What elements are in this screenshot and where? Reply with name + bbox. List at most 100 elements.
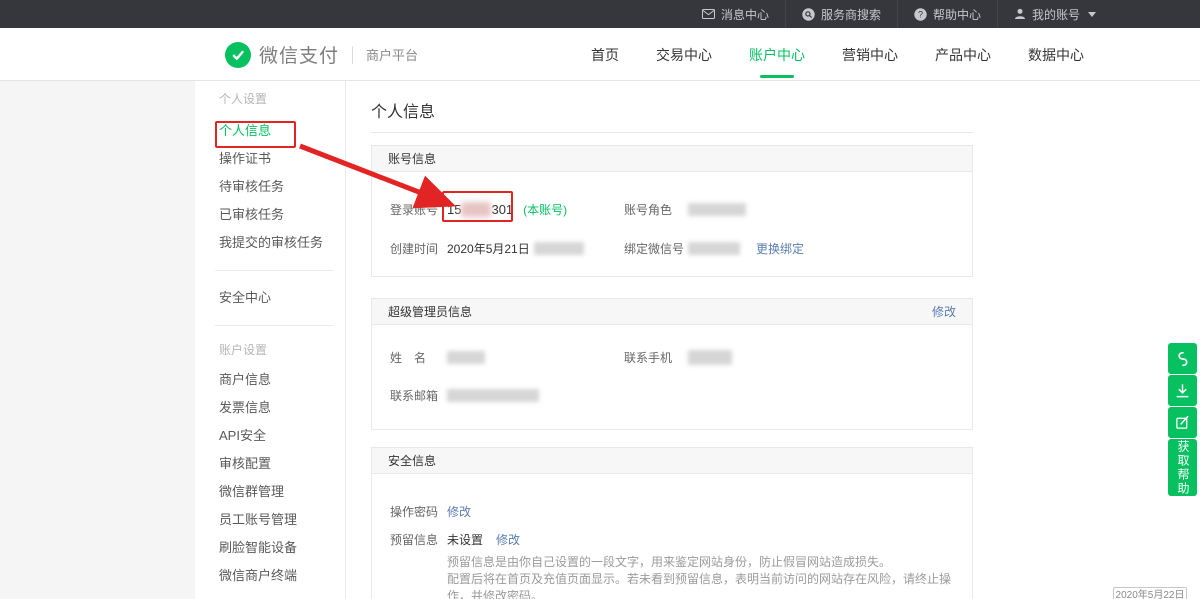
main-nav: 首页 交易中心 账户中心 营销中心 产品中心 数据中心 xyxy=(591,28,1084,81)
nav-tab-marketing-center[interactable]: 营销中心 xyxy=(842,45,898,65)
topbar-item-service-provider-search[interactable]: 服务商搜索 xyxy=(785,0,897,28)
account-row-1: 登录账号 15 301 (本账号) 账号角色 xyxy=(390,201,956,218)
super-admin-card-header: 超级管理员信息 修改 xyxy=(372,299,972,325)
security-info-card: 安全信息 操作密码 修改 预留信息 未设置 修改 预留信息是由你自己设置的一段文… xyxy=(371,447,973,599)
title-divider xyxy=(371,132,973,133)
svg-text:?: ? xyxy=(918,9,923,19)
topbar-item-help-center[interactable]: ? 帮助中心 xyxy=(897,0,997,28)
created-time-label: 创建时间 xyxy=(390,240,447,257)
edit-password-link[interactable]: 修改 xyxy=(447,503,471,520)
sidebar-section-account-settings: 账户设置 xyxy=(195,340,345,360)
sidebar-item-pending-review-tasks[interactable]: 待审核任务 xyxy=(195,173,345,201)
sidebar-divider xyxy=(215,325,333,326)
link-icon xyxy=(1175,349,1190,369)
sidebar-item-reviewed-tasks[interactable]: 已审核任务 xyxy=(195,201,345,229)
current-account-tag: (本账号) xyxy=(523,201,567,218)
reserved-info-label: 预留信息 xyxy=(390,531,447,548)
sidebar-item-api-security[interactable]: API安全 xyxy=(195,422,345,450)
login-account-prefix: 15 xyxy=(447,202,461,217)
sidebar-item-staff-account-management[interactable]: 员工账号管理 xyxy=(195,506,345,534)
nav-tab-product-center[interactable]: 产品中心 xyxy=(935,45,991,65)
edit-icon xyxy=(1175,415,1190,430)
super-admin-card: 超级管理员信息 修改 姓 名 联系手机 联系邮箱 xyxy=(371,298,973,430)
get-help-button[interactable]: 获取帮助 xyxy=(1168,439,1197,496)
chevron-down-icon xyxy=(1088,12,1096,17)
login-account-value: 15 301 (本账号) xyxy=(447,201,567,218)
edit-admin-link[interactable]: 修改 xyxy=(932,303,956,320)
security-info-card-header: 安全信息 xyxy=(372,448,972,474)
card-title: 超级管理员信息 xyxy=(388,303,472,320)
sidebar: 个人设置 个人信息 操作证书 待审核任务 已审核任务 我提交的审核任务 安全中心… xyxy=(195,81,345,599)
nav-tab-home[interactable]: 首页 xyxy=(591,45,619,65)
sidebar-item-merchant-info[interactable]: 商户信息 xyxy=(195,366,345,394)
account-info-card-header: 账号信息 xyxy=(372,146,972,172)
admin-row-2: 联系邮箱 xyxy=(390,387,956,404)
sidebar-divider xyxy=(215,270,333,271)
page-left-gutter xyxy=(0,81,195,599)
contact-phone-label: 联系手机 xyxy=(624,349,688,366)
tip-line: 预留信息是由你自己设置的一段文字，用来鉴定网站身份，防止假冒网站造成损失。 xyxy=(447,554,972,571)
sidebar-item-invoice-info[interactable]: 发票信息 xyxy=(195,394,345,422)
tip-line: 配置后将在首页及充值页面显示。若未看到预留信息，表明当前访问的网站存在风险，请终… xyxy=(447,571,972,599)
sidebar-item-wechat-group-management[interactable]: 微信群管理 xyxy=(195,478,345,506)
created-date: 2020年5月21日 xyxy=(447,240,530,257)
redacted-created-detail xyxy=(534,242,584,255)
created-time-value: 2020年5月21日 xyxy=(447,240,584,257)
topbar: 消息中心 服务商搜索 ? 帮助中心 我的账号 xyxy=(0,0,1200,28)
admin-row-1: 姓 名 联系手机 xyxy=(390,349,956,366)
redacted-login-digits xyxy=(461,202,491,217)
wechat-pay-icon xyxy=(225,42,251,68)
operation-password-label: 操作密码 xyxy=(390,503,447,520)
sidebar-item-security-center[interactable]: 安全中心 xyxy=(195,284,345,312)
download-button[interactable] xyxy=(1168,375,1197,406)
search-icon xyxy=(802,8,815,21)
mail-icon xyxy=(702,9,715,19)
nav-tab-data-center[interactable]: 数据中心 xyxy=(1028,45,1084,65)
card-title: 账号信息 xyxy=(388,150,436,167)
account-role-label: 账号角色 xyxy=(624,201,688,218)
edit-reserved-info-link[interactable]: 修改 xyxy=(496,531,520,548)
quick-link-button[interactable] xyxy=(1168,343,1197,374)
logo-divider xyxy=(352,46,353,64)
sidebar-item-review-config[interactable]: 审核配置 xyxy=(195,450,345,478)
account-row-2: 创建时间 2020年5月21日 绑定微信号 更换绑定 xyxy=(390,240,956,257)
name-label: 姓 名 xyxy=(390,349,447,366)
user-icon xyxy=(1014,8,1026,20)
portal-name: 商户平台 xyxy=(366,45,418,64)
redacted-admin-name xyxy=(447,351,485,364)
topbar-item-label: 消息中心 xyxy=(721,6,769,23)
topbar-item-label: 我的账号 xyxy=(1032,6,1080,23)
redacted-wechat-id xyxy=(688,242,740,255)
topbar-item-message-center[interactable]: 消息中心 xyxy=(686,0,785,28)
card-title: 安全信息 xyxy=(388,452,436,469)
topbar-item-label: 帮助中心 xyxy=(933,6,981,23)
account-info-card: 账号信息 登录账号 15 301 (本账号) 账号角色 xyxy=(371,145,973,277)
help-icon: ? xyxy=(914,8,927,21)
brand-logo[interactable]: 微信支付 商户平台 xyxy=(225,28,418,81)
feedback-button[interactable] xyxy=(1168,407,1197,438)
footer-date-box: 2020年5月22日 xyxy=(1113,587,1187,599)
security-row-2: 预留信息 未设置 修改 xyxy=(390,531,956,548)
page: 消息中心 服务商搜索 ? 帮助中心 我的账号 xyxy=(0,0,1200,599)
security-row-1: 操作密码 修改 xyxy=(390,503,956,520)
redacted-contact-phone xyxy=(688,350,732,365)
nav-tab-transaction-center[interactable]: 交易中心 xyxy=(656,45,712,65)
topbar-item-my-account[interactable]: 我的账号 xyxy=(997,0,1112,28)
sidebar-section-personal-settings: 个人设置 xyxy=(195,89,345,109)
nav-tab-account-center[interactable]: 账户中心 xyxy=(749,45,805,65)
page-title: 个人信息 xyxy=(371,98,435,122)
change-binding-link[interactable]: 更换绑定 xyxy=(756,240,804,257)
sidebar-item-my-submitted-review-tasks[interactable]: 我提交的审核任务 xyxy=(195,229,345,257)
sidebar-item-face-payment-devices[interactable]: 刷脸智能设备 xyxy=(195,534,345,562)
sidebar-item-personal-info[interactable]: 个人信息 xyxy=(195,117,345,145)
main-content: 个人信息 账号信息 登录账号 15 301 (本账号) 账号角色 xyxy=(345,81,1200,599)
reserved-info-tips: 预留信息是由你自己设置的一段文字，用来鉴定网站身份，防止假冒网站造成损失。 配置… xyxy=(447,554,972,599)
brand-name: 微信支付 xyxy=(259,41,339,68)
sidebar-item-operation-certificate[interactable]: 操作证书 xyxy=(195,145,345,173)
topbar-items: 消息中心 服务商搜索 ? 帮助中心 我的账号 xyxy=(686,0,1112,28)
bound-wechat-label: 绑定微信号 xyxy=(624,240,688,257)
redacted-contact-email xyxy=(447,389,539,402)
contact-email-label: 联系邮箱 xyxy=(390,387,447,404)
sidebar-item-wechat-merchant-terminal[interactable]: 微信商户终端 xyxy=(195,562,345,590)
redacted-account-role xyxy=(688,203,746,216)
